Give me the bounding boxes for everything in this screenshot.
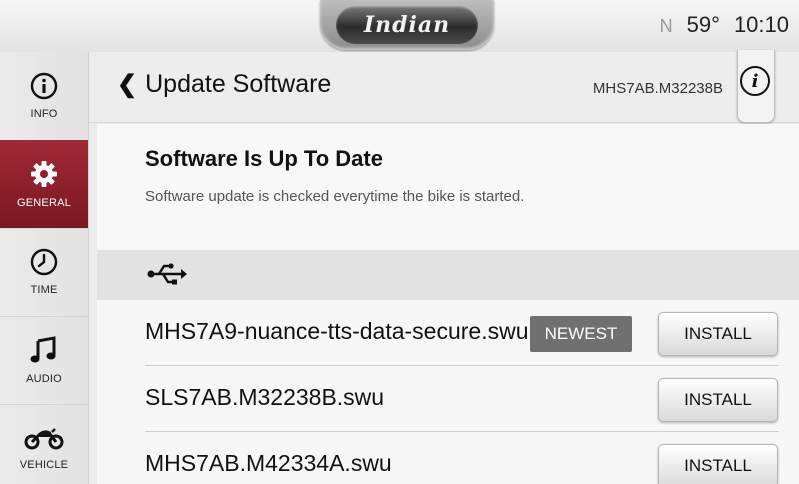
chevron-left-icon: ❮: [117, 70, 138, 98]
info-tab[interactable]: i: [737, 50, 775, 123]
sidebar-item-label: TIME: [30, 284, 58, 296]
sidebar-item-label: INFO: [30, 108, 58, 120]
row-divider: [145, 431, 779, 432]
gear-icon: [31, 161, 57, 187]
list-item: MHS7A9-nuance-tts-data-secure.swu NEWEST…: [97, 302, 799, 366]
status-title: Software Is Up To Date: [145, 146, 383, 171]
status-subtitle: Software update is checked everytime the…: [145, 188, 525, 205]
sidebar-item-label: VEHICLE: [19, 459, 69, 471]
file-name: MHS7A9-nuance-tts-data-secure.swu: [145, 318, 529, 344]
temperature-readout: 59°: [686, 12, 720, 37]
info-icon: [30, 72, 58, 100]
file-name: SLS7AB.M32238B.swu: [145, 384, 385, 410]
gear-indicator: N: [659, 16, 673, 36]
list-item: MHS7AB.M42334A.swu INSTALL: [97, 434, 799, 484]
main-panel: ❮ Update Software MHS7AB.M32238B i Softw…: [89, 50, 799, 484]
page-title: Update Software: [145, 70, 332, 98]
sidebar-item-label: GENERAL: [17, 197, 71, 209]
current-version: MHS7AB.M32238B: [592, 80, 723, 97]
motorcycle-icon: [24, 428, 64, 450]
clock-icon: [30, 248, 58, 276]
brand-logo: Indian: [336, 6, 478, 44]
brand-logo-text: Indian: [363, 12, 451, 38]
page-header: ❮ Update Software MHS7AB.M32238B i: [89, 50, 799, 123]
install-button[interactable]: INSTALL: [658, 378, 778, 422]
install-button[interactable]: INSTALL: [658, 444, 778, 484]
sidebar-item-general[interactable]: GENERAL: [0, 140, 88, 229]
back-button[interactable]: ❮ Update Software: [117, 70, 331, 99]
music-note-icon: [30, 336, 56, 363]
sidebar-item-vehicle[interactable]: VEHICLE: [0, 404, 88, 484]
status-indicators: N 59° 10:10: [660, 12, 789, 38]
info-button-icon: i: [740, 66, 770, 96]
sidebar: INFO GENERAL TIME AUDIO VEHICLE: [0, 52, 89, 484]
row-divider: [145, 365, 779, 366]
usb-icon: [147, 263, 187, 285]
update-status: Software Is Up To Date Software update i…: [97, 124, 799, 248]
brand-badge: Indian: [320, 0, 494, 50]
sidebar-item-time[interactable]: TIME: [0, 228, 88, 317]
newest-badge: NEWEST: [530, 316, 632, 352]
sidebar-item-label: AUDIO: [26, 373, 62, 385]
update-list-card: Software Is Up To Date Software update i…: [97, 124, 799, 484]
status-bar: Indian N 59° 10:10: [0, 0, 799, 53]
clock-readout: 10:10: [733, 12, 789, 37]
sidebar-item-audio[interactable]: AUDIO: [0, 316, 88, 405]
list-item: SLS7AB.M32238B.swu INSTALL: [97, 368, 799, 432]
file-name: MHS7AB.M42334A.swu: [145, 450, 392, 476]
infotainment-screen: Indian N 59° 10:10 INFO GENERAL TIME AUD…: [0, 0, 799, 484]
usb-section-header: [97, 250, 799, 300]
sidebar-item-info[interactable]: INFO: [0, 52, 88, 141]
install-button[interactable]: INSTALL: [658, 312, 778, 356]
